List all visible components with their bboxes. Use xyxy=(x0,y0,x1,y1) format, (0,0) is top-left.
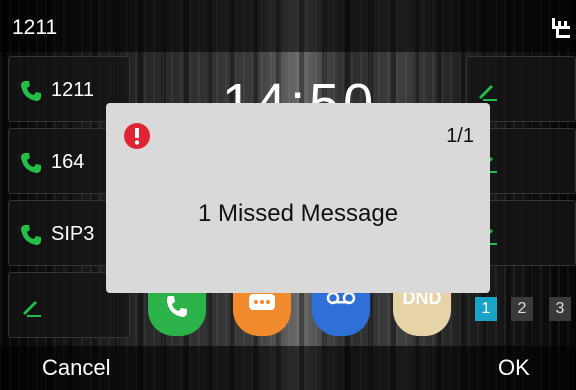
message-counter: 1/1 xyxy=(446,125,474,147)
phone-handset-icon xyxy=(21,153,41,173)
voicemail-icon xyxy=(312,292,370,336)
phone-handset-icon xyxy=(21,225,41,245)
line-key-label: 1211 xyxy=(51,79,95,101)
dialog-message: 1 Missed Message xyxy=(197,200,399,227)
messages-app[interactable] xyxy=(233,292,291,336)
cancel-softkey[interactable]: Cancel xyxy=(42,355,110,381)
network-icon xyxy=(552,18,570,38)
voicemail-app[interactable] xyxy=(312,292,370,336)
phone-app-icon xyxy=(148,292,206,336)
phone-screen: 1211 1211 164 SIP3 DND 1 2 3 Cancel OK 1… xyxy=(0,0,576,390)
line-key-label: SIP3 xyxy=(51,223,95,245)
message-bubble-icon xyxy=(233,292,291,336)
page-indicator-2[interactable]: 2 xyxy=(511,297,533,321)
alert-icon xyxy=(124,123,150,149)
missed-message-dialog: 1/1 1 Missed Message xyxy=(106,103,490,293)
status-bar: 1211 xyxy=(0,0,576,52)
dnd-app[interactable]: DND xyxy=(393,292,451,336)
page-indicator-1[interactable]: 1 xyxy=(475,297,497,321)
ok-softkey[interactable]: OK xyxy=(498,355,530,381)
line-key-label: 164 xyxy=(51,151,85,173)
page-indicator-3[interactable]: 3 xyxy=(549,297,571,321)
phone-handset-icon xyxy=(148,292,206,336)
phone-handset-icon xyxy=(21,81,41,101)
edit-pencil-icon xyxy=(23,301,41,317)
edit-pencil-icon xyxy=(479,85,497,101)
phone-app[interactable] xyxy=(148,292,206,336)
dnd-label: DND xyxy=(402,292,442,308)
account-title: 1211 xyxy=(12,16,58,39)
